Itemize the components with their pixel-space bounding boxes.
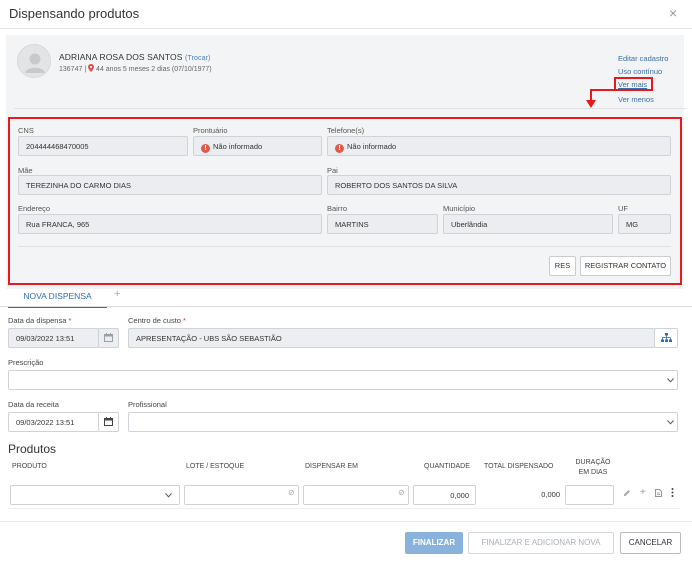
header-divider bbox=[0, 28, 692, 29]
annotation-arrow-head bbox=[586, 100, 596, 108]
pai-label: Pai bbox=[327, 166, 338, 175]
avatar bbox=[17, 44, 51, 78]
telefone-label: Telefone(s) bbox=[327, 126, 365, 135]
municipio-field: Uberlândia bbox=[443, 214, 613, 234]
prescricao-select[interactable] bbox=[8, 370, 678, 390]
chevron-down-icon bbox=[667, 418, 674, 427]
finalizar-button[interactable]: FINALIZAR bbox=[405, 532, 463, 554]
col-produto: PRODUTO bbox=[12, 463, 47, 470]
cancelar-button[interactable]: CANCELAR bbox=[620, 532, 681, 554]
pai-field: ROBERTO DOS SANTOS DA SILVA bbox=[327, 175, 671, 195]
patient-info: 136747 | 44 anos 5 meses 2 dias (07/10/1… bbox=[59, 64, 212, 73]
calendar-icon[interactable] bbox=[98, 328, 119, 348]
mae-label: Mãe bbox=[18, 166, 33, 175]
bairro-label: Bairro bbox=[327, 204, 348, 213]
warning-icon: ! bbox=[335, 144, 344, 153]
res-button[interactable]: RES bbox=[549, 256, 576, 276]
dialog-title: Dispensando produtos bbox=[9, 6, 140, 21]
col-duracao: DURAÇÃO EM DIAS bbox=[575, 459, 611, 476]
profissional-label: Profissional bbox=[128, 400, 167, 409]
centro-custo-label: Centro de custo * bbox=[128, 316, 186, 325]
telefone-field: ! Não informado bbox=[327, 136, 671, 156]
trocar-link[interactable]: (Trocar) bbox=[185, 55, 210, 62]
more-vertical-icon[interactable] bbox=[671, 488, 674, 499]
edit-profile-link[interactable]: Editar cadastro bbox=[618, 54, 668, 63]
patient-name: ADRIANA ROSA DOS SANTOS bbox=[59, 52, 183, 62]
endereco-field: Rua FRANCA, 965 bbox=[18, 214, 322, 234]
centro-custo-input[interactable]: APRESENTAÇÃO - UBS SÃO SEBASTIÃO bbox=[128, 328, 655, 348]
plus-icon[interactable]: + bbox=[640, 487, 646, 498]
endereco-label: Endereço bbox=[18, 204, 51, 213]
col-dispensar: DISPENSAR EM bbox=[305, 463, 358, 470]
lote-select[interactable] bbox=[184, 485, 299, 505]
dispensar-select[interactable] bbox=[303, 485, 409, 505]
clear-icon[interactable]: ⊘ bbox=[288, 488, 295, 497]
prontuario-value: Não informado bbox=[213, 142, 263, 151]
finalizar-e-adicionar-nova-button[interactable]: FINALIZAR E ADICIONAR NOVA bbox=[468, 532, 614, 554]
cns-label: CNS bbox=[18, 126, 34, 135]
cns-field: 204444468470005 bbox=[18, 136, 188, 156]
municipio-label: Município bbox=[443, 204, 476, 213]
col-quantidade: QUANTIDADE bbox=[424, 463, 470, 470]
pencil-icon[interactable] bbox=[623, 489, 631, 499]
patient-name-line: ADRIANA ROSA DOS SANTOS (Trocar) bbox=[59, 52, 210, 62]
duracao-input[interactable] bbox=[565, 485, 614, 505]
bairro-field: MARTINS bbox=[327, 214, 438, 234]
data-dispensa-label: Data da dispensa * bbox=[8, 316, 72, 325]
document-icon[interactable] bbox=[655, 489, 662, 499]
telefone-value: Não informado bbox=[347, 142, 397, 151]
data-receita-input[interactable]: 09/03/2022 13:51 bbox=[8, 412, 99, 432]
clear-icon[interactable]: ⊘ bbox=[398, 488, 405, 497]
prescricao-label: Prescrição bbox=[8, 358, 44, 367]
continuous-use-link[interactable]: Uso contínuo bbox=[618, 67, 662, 76]
hierarchy-icon[interactable] bbox=[654, 328, 678, 348]
produto-select[interactable] bbox=[10, 485, 180, 505]
tabs-divider bbox=[0, 306, 692, 307]
col-lote: LOTE / ESTOQUE bbox=[186, 463, 245, 470]
prontuario-label: Prontuário bbox=[193, 126, 228, 135]
patient-id: 136747 bbox=[59, 66, 83, 73]
products-title: Produtos bbox=[8, 442, 57, 456]
footer-divider bbox=[0, 521, 692, 522]
mae-field: TEREZINHA DO CARMO DIAS bbox=[18, 175, 322, 195]
col-total: TOTAL DISPENSADO bbox=[484, 463, 554, 470]
calendar-icon[interactable] bbox=[98, 412, 119, 432]
uf-field: MG bbox=[618, 214, 671, 234]
chevron-down-icon bbox=[165, 491, 172, 500]
registrar-contato-button[interactable]: REGISTRAR CONTATO bbox=[580, 256, 671, 276]
data-receita-label: Data da receita bbox=[8, 400, 59, 409]
profissional-select[interactable] bbox=[128, 412, 678, 432]
uf-label: UF bbox=[618, 204, 628, 213]
data-dispensa-input[interactable]: 09/03/2022 13:51 bbox=[8, 328, 99, 348]
details-divider bbox=[18, 246, 671, 247]
prontuario-field: ! Não informado bbox=[193, 136, 322, 156]
total-dispensado-value: 0,000 bbox=[541, 490, 560, 499]
patient-age: 44 anos 5 meses 2 dias (07/10/1977) bbox=[96, 66, 212, 73]
see-more-link[interactable]: Ver mais bbox=[618, 80, 647, 89]
see-less-link[interactable]: Ver menos bbox=[618, 95, 654, 104]
add-tab-icon[interactable]: + bbox=[114, 288, 120, 300]
warning-icon: ! bbox=[201, 144, 210, 153]
annotation-arrow-h bbox=[590, 89, 651, 91]
close-icon[interactable]: × bbox=[669, 5, 677, 21]
quantidade-input[interactable]: 0,000 bbox=[413, 485, 476, 505]
panel-divider bbox=[14, 108, 686, 109]
pin-icon bbox=[88, 64, 96, 73]
chevron-down-icon bbox=[667, 376, 674, 385]
info-separator: | bbox=[84, 66, 87, 73]
products-divider bbox=[8, 508, 680, 509]
